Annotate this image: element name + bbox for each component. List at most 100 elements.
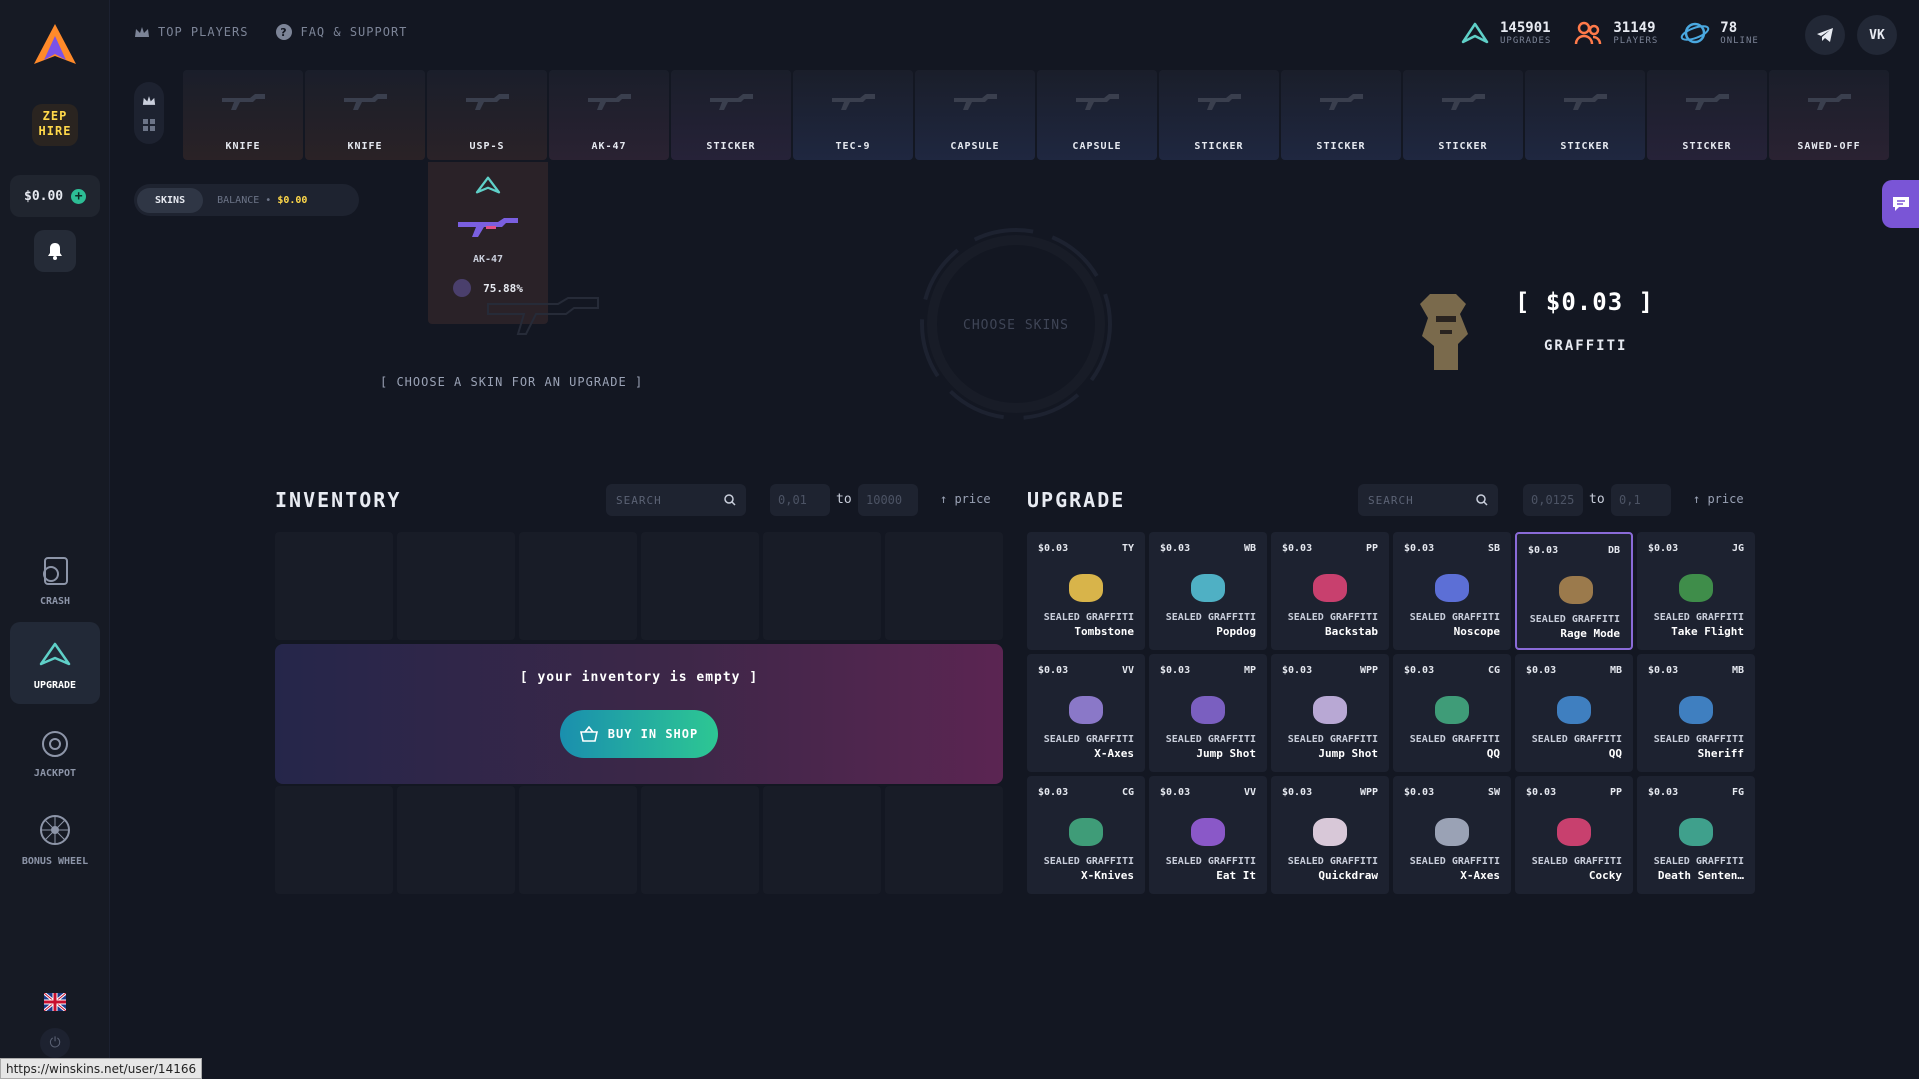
item-type: SEALED GRAFFITI	[1165, 612, 1256, 623]
game-bonus-wheel-label: BONUS WHEEL	[21, 855, 89, 867]
upgrade-item-card[interactable]: $0.03 CG SEALED GRAFFITI X-Knives	[1027, 776, 1145, 894]
live-drop-item[interactable]: STICKER	[1159, 70, 1279, 160]
game-jackpot[interactable]: JACKPOT	[10, 710, 100, 792]
inventory-slot	[763, 786, 881, 894]
jackpot-icon	[42, 730, 68, 757]
live-drop-item[interactable]: STICKER	[1403, 70, 1523, 160]
plus-icon[interactable]: +	[71, 188, 87, 204]
game-upgrade[interactable]: UPGRADE	[10, 622, 100, 704]
live-drop-item[interactable]: AK-47	[549, 70, 669, 160]
language-flag-icon[interactable]	[43, 991, 67, 1013]
upgrade-item-card[interactable]: $0.03 TY SEALED GRAFFITI Tombstone	[1027, 532, 1145, 650]
item-price: $0.03	[1526, 665, 1557, 676]
nav-faq[interactable]: ? FAQ & SUPPORT	[276, 24, 407, 40]
live-drops-feed: KNIFE KNIFE USP-S AK-47 STICKER TEC-9 CAPSULE C…	[183, 70, 1889, 160]
item-price: $0.03	[1528, 545, 1559, 556]
item-image	[1557, 818, 1591, 846]
upgrade-item-card[interactable]: $0.03 MP SEALED GRAFFITI Jump Shot	[1149, 654, 1267, 772]
game-bonus-wheel[interactable]: BONUS WHEEL	[10, 798, 100, 880]
vk-button[interactable]: VK	[1857, 15, 1897, 55]
upgrade-search-placeholder: SEARCH	[1368, 493, 1414, 507]
live-drop-item[interactable]: KNIFE	[305, 70, 425, 160]
avatar[interactable]	[453, 279, 472, 297]
upgrade-item-card[interactable]: $0.03 SB SEALED GRAFFITI Noscope	[1393, 532, 1511, 650]
drop-item-image	[466, 94, 509, 110]
upgrade-icon	[1461, 22, 1489, 44]
item-price: $0.03	[1282, 787, 1313, 798]
upgrade-item-card[interactable]: $0.03 MB SEALED GRAFFITI Sheriff	[1637, 654, 1755, 772]
item-code: VV	[1121, 665, 1134, 676]
inventory-slot	[275, 786, 393, 894]
drop-item-image	[344, 94, 387, 110]
inventory-search-input[interactable]: SEARCH	[606, 484, 746, 516]
upgrade-item-card[interactable]: $0.03 PP SEALED GRAFFITI Cocky	[1515, 776, 1633, 894]
notifications-button[interactable]	[34, 230, 76, 272]
upgrade-sort-price[interactable]: ↑ price	[1693, 492, 1744, 506]
stat-upgrades-value: 145901	[1500, 20, 1551, 36]
logout-button[interactable]: ⏻	[40, 1028, 70, 1058]
upgrade-item-card[interactable]: $0.03 VV SEALED GRAFFITI X-Axes	[1027, 654, 1145, 772]
crown-icon[interactable]	[142, 95, 156, 106]
buy-in-shop-button[interactable]: BUY IN SHOP	[560, 710, 718, 758]
upgrade-item-card[interactable]: $0.03 DB SEALED GRAFFITI Rage Mode	[1515, 532, 1633, 650]
upgrade-item-card[interactable]: $0.03 WB SEALED GRAFFITI Popdog	[1149, 532, 1267, 650]
telegram-icon	[1817, 28, 1833, 42]
upgrade-item-card[interactable]: $0.03 SW SEALED GRAFFITI X-Axes	[1393, 776, 1511, 894]
item-price: $0.03	[1404, 665, 1435, 676]
game-crash[interactable]: CRASH	[10, 538, 100, 620]
live-drop-item[interactable]: STICKER	[1525, 70, 1645, 160]
tab-balance[interactable]: BALANCE • $0.00	[203, 195, 321, 206]
live-drop-item[interactable]: CAPSULE	[915, 70, 1035, 160]
live-drop-item[interactable]: SAWED-OFF	[1769, 70, 1889, 160]
live-drop-item[interactable]: STICKER	[1281, 70, 1401, 160]
live-drop-item[interactable]: STICKER	[671, 70, 791, 160]
item-image	[1435, 818, 1469, 846]
upgrade-item-card[interactable]: $0.03 FG SEALED GRAFFITI Death Senten…	[1637, 776, 1755, 894]
item-image	[1069, 574, 1103, 602]
upgrade-item-card[interactable]: $0.03 CG SEALED GRAFFITI QQ	[1393, 654, 1511, 772]
upgrade-max-price[interactable]: 0,1	[1611, 484, 1671, 516]
upgrade-item-card[interactable]: $0.03 JG SEALED GRAFFITI Take Flight	[1637, 532, 1755, 650]
tab-skins[interactable]: SKINS	[137, 187, 204, 213]
grid-icon[interactable]	[143, 119, 155, 132]
live-drop-name: STICKER	[1438, 141, 1488, 152]
item-image	[1559, 576, 1593, 604]
target-name: GRAFFITI	[1544, 338, 1628, 354]
partner-logo[interactable]: ZEP HIRE	[32, 104, 78, 146]
item-price: $0.03	[1038, 665, 1069, 676]
upgrade-min-price[interactable]: 0,0125	[1523, 484, 1583, 516]
inventory-sort-price[interactable]: ↑ price	[940, 492, 991, 506]
inventory-min-price[interactable]: 0,01	[770, 484, 830, 516]
inventory-search-placeholder: SEARCH	[616, 493, 662, 507]
item-name: Backstab	[1325, 625, 1378, 638]
item-type: SEALED GRAFFITI	[1409, 734, 1500, 745]
upgrade-search-input[interactable]: SEARCH	[1358, 484, 1498, 516]
upgrade-item-card[interactable]: $0.03 PP SEALED GRAFFITI Backstab	[1271, 532, 1389, 650]
upgrade-item-card[interactable]: $0.03 WPP SEALED GRAFFITI Quickdraw	[1271, 776, 1389, 894]
live-drop-item[interactable]: KNIFE	[183, 70, 303, 160]
inventory-max-price[interactable]: 10000	[858, 484, 918, 516]
telegram-button[interactable]	[1805, 15, 1845, 55]
drop-item-image	[1686, 94, 1729, 110]
inventory-empty-banner: [ your inventory is empty ] BUY IN SHOP	[275, 644, 1003, 784]
balance-amount: $0.00	[24, 188, 64, 204]
target-graffiti-image	[1420, 294, 1468, 370]
balance-button[interactable]: $0.00 +	[10, 175, 100, 217]
nav-top-players[interactable]: TOP PLAYERS	[134, 24, 248, 40]
live-drop-item[interactable]: TEC-9	[793, 70, 913, 160]
upgrade-item-card[interactable]: $0.03 MB SEALED GRAFFITI QQ	[1515, 654, 1633, 772]
item-image	[1679, 574, 1713, 602]
live-drop-item[interactable]: CAPSULE	[1037, 70, 1157, 160]
item-type: SEALED GRAFFITI	[1287, 856, 1378, 867]
drop-item-image	[588, 94, 631, 110]
site-logo[interactable]	[34, 24, 76, 72]
item-image	[1435, 574, 1469, 602]
item-code: PP	[1365, 543, 1378, 554]
live-drop-name: STICKER	[1682, 141, 1732, 152]
upgrade-item-card[interactable]: $0.03 WPP SEALED GRAFFITI Jump Shot	[1271, 654, 1389, 772]
live-drop-item[interactable]: STICKER	[1647, 70, 1767, 160]
site-stats: 145901 UPGRADES 31149 PLAYERS 78 ONLINE	[1460, 18, 1759, 48]
chat-button[interactable]	[1882, 180, 1919, 228]
upgrade-item-card[interactable]: $0.03 VV SEALED GRAFFITI Eat It	[1149, 776, 1267, 894]
live-drop-item[interactable]: USP-S	[427, 70, 547, 160]
